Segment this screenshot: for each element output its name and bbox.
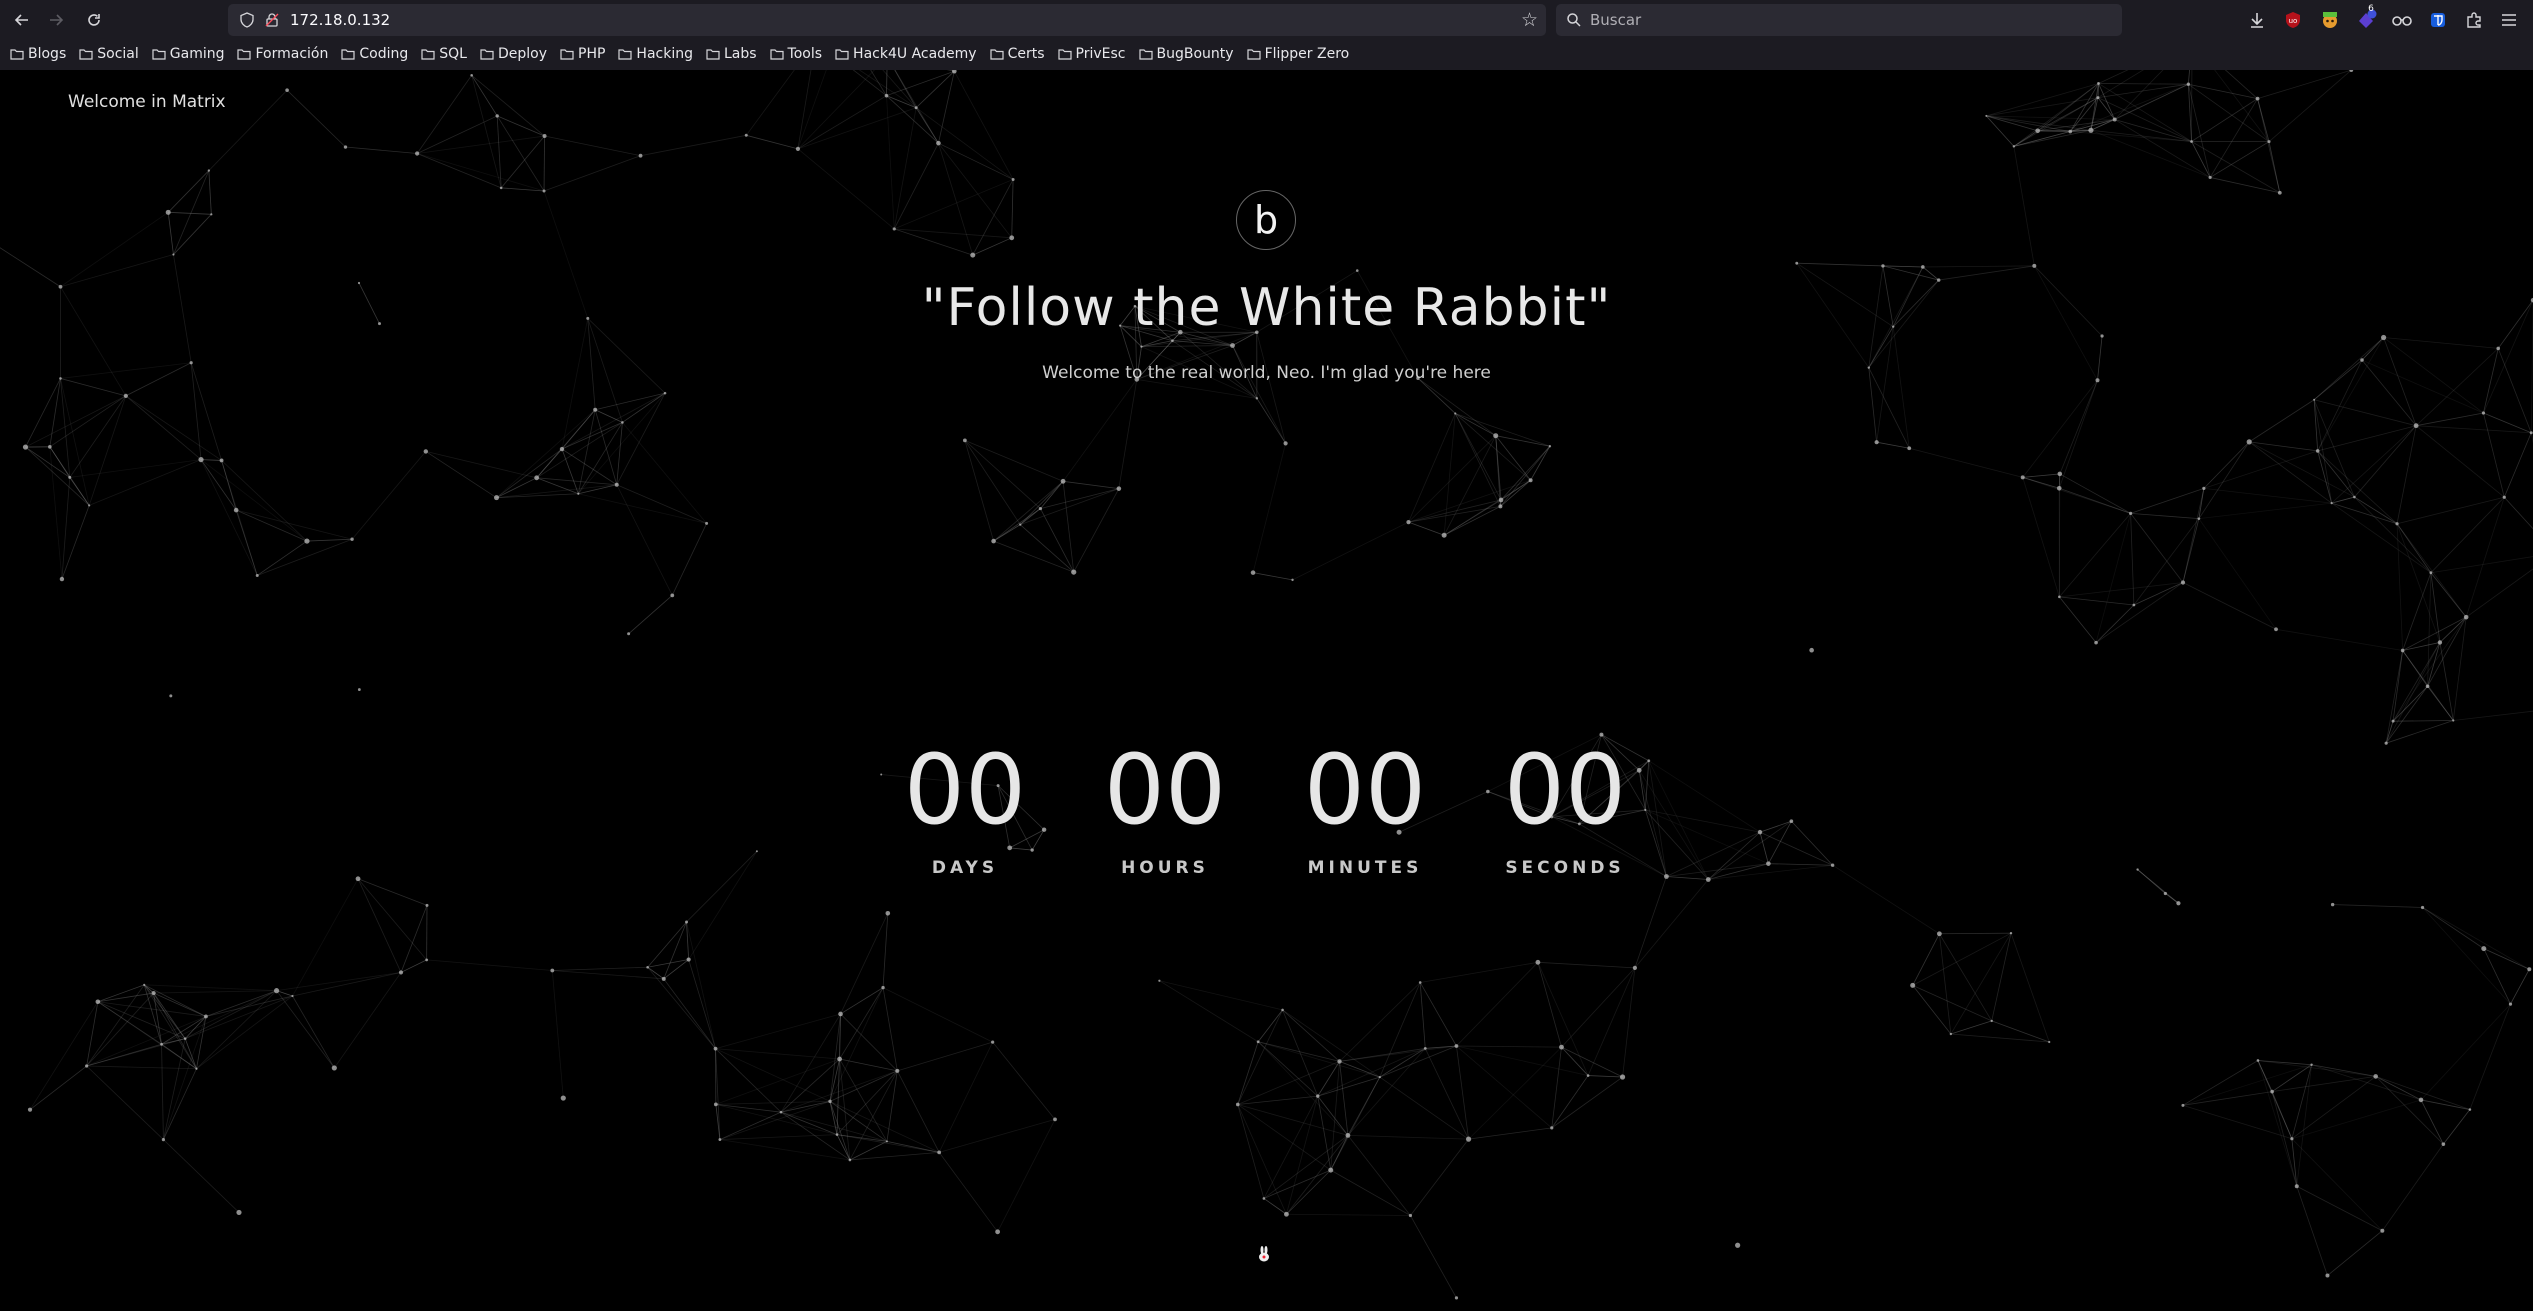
search-icon [1567,13,1581,27]
bookmark-folder-hacking[interactable]: Hacking [618,46,693,62]
bookmark-label: Deploy [497,46,547,62]
particle-network-background [0,70,2533,1300]
bookmark-label: PrivEsc [1075,46,1126,62]
browser-chrome: 172.18.0.132 ☆ Buscar uo 6 Blogs Social … [0,0,2533,70]
bookmark-folder-blogs[interactable]: Blogs [10,46,66,62]
countdown-hours-value: 00 [1103,734,1227,846]
bookmark-folder-php[interactable]: PHP [560,46,605,62]
bookmark-label: SQL [439,46,467,62]
url-text[interactable]: 172.18.0.132 [290,4,390,36]
folder-icon [480,49,494,60]
white-rabbit-icon[interactable] [1255,1245,1273,1263]
countdown-seconds-value: 00 [1503,734,1627,846]
search-bar[interactable]: Buscar [1556,4,2122,36]
bookmark-folder-deploy[interactable]: Deploy [480,46,547,62]
bookmark-label: Hacking [636,46,693,62]
folder-icon [769,49,784,60]
bookmark-label: Flipper Zero [1264,46,1350,62]
folder-icon [421,49,435,60]
bookmark-label: Gaming [169,46,225,62]
extension-badge-icon[interactable]: 6 [2354,4,2378,32]
search-placeholder: Buscar [1590,11,1642,29]
forward-button[interactable] [42,6,70,34]
folder-icon [1138,49,1153,60]
folder-icon [618,49,633,60]
folder-icon [989,49,1004,60]
countdown-hours-label: HOURS [1121,858,1209,878]
bookmark-star-icon[interactable]: ☆ [1521,9,1538,31]
countdown-minutes-value: 00 [1303,734,1427,846]
ublock-extension-icon[interactable]: uo [2281,8,2305,32]
folder-icon [152,49,166,60]
bookmark-label: Certs [1007,46,1045,62]
network-lines [0,70,2533,1299]
folder-icon [1057,49,1072,60]
lock-insecure-icon[interactable] [264,12,280,28]
bookmark-folder-coding[interactable]: Coding [341,46,408,62]
address-bar[interactable]: 172.18.0.132 ☆ [228,4,1546,36]
bookmarks-toolbar: Blogs Social Gaming Formación Coding SQL Deplo… [0,42,1362,66]
folder-icon [341,49,355,60]
browser-toolbar: 172.18.0.132 ☆ Buscar uo 6 [0,0,2533,40]
bookmark-label: Formación [255,46,329,62]
bookmark-label: BugBounty [1156,46,1234,62]
arrow-left-icon [14,14,28,26]
folder-icon [79,49,93,60]
bookmark-folder-labs[interactable]: Labs [706,46,757,62]
site-title[interactable]: Welcome in Matrix [68,92,226,112]
countdown-days-label: DAYS [931,858,999,878]
subtitle: Welcome to the real world, Neo. I'm glad… [1042,363,1491,383]
logo: b [1236,190,1296,250]
back-button[interactable] [8,6,36,34]
extension-badge-count: 6 [2368,4,2374,14]
bookmark-label: Tools [787,46,823,62]
bookmark-label: Labs [723,46,757,62]
reload-button[interactable] [80,6,108,34]
extensions-puzzle-icon[interactable] [2462,8,2486,32]
bookmark-folder-bugbounty[interactable]: BugBounty [1138,46,1234,62]
bookmark-folder-social[interactable]: Social [79,46,139,62]
bookmark-folder-tools[interactable]: Tools [769,46,823,62]
bookmark-folder-certs[interactable]: Certs [989,46,1045,62]
folder-icon [706,49,720,60]
bookmark-folder-gaming[interactable]: Gaming [152,46,225,62]
bookmark-folder-hack4u-academy[interactable]: Hack4U Academy [835,46,977,62]
folder-icon [1246,49,1261,60]
foxyproxy-extension-icon[interactable] [2390,8,2414,32]
svg-text:uo: uo [2289,17,2298,25]
countdown-minutes-label: MINUTES [1307,858,1423,878]
bookmark-folder-privesc[interactable]: PrivEsc [1057,46,1126,62]
folder-icon [10,49,24,60]
menu-hamburger-icon[interactable] [2497,8,2521,32]
page-content: Welcome in Matrix b "Follow the White Ra… [0,70,2533,1311]
bookmark-label: PHP [578,46,606,62]
headline: "Follow the White Rabbit" [921,278,1612,338]
network-dots [22,70,2533,1300]
shield-icon[interactable] [239,12,255,28]
bitwarden-extension-icon[interactable] [2426,8,2450,32]
folder-icon [237,49,252,60]
downloads-icon[interactable] [2245,8,2269,32]
bookmark-folder-sql[interactable]: SQL [421,46,467,62]
bookmark-label: Social [97,46,139,62]
bookmark-folder-formaci-n[interactable]: Formación [237,46,328,62]
wappalyzer-extension-icon[interactable] [2318,8,2342,32]
bookmark-label: Blogs [28,46,67,62]
folder-icon [835,49,849,60]
reload-icon [88,14,100,26]
folder-icon [560,49,574,60]
bookmark-folder-flipper-zero[interactable]: Flipper Zero [1246,46,1350,62]
arrow-right-icon [50,14,64,26]
countdown-days-value: 00 [903,734,1027,846]
countdown-seconds-label: SECONDS [1505,858,1625,878]
bookmark-label: Hack4U Academy [853,46,977,62]
bookmark-label: Coding [359,46,409,62]
